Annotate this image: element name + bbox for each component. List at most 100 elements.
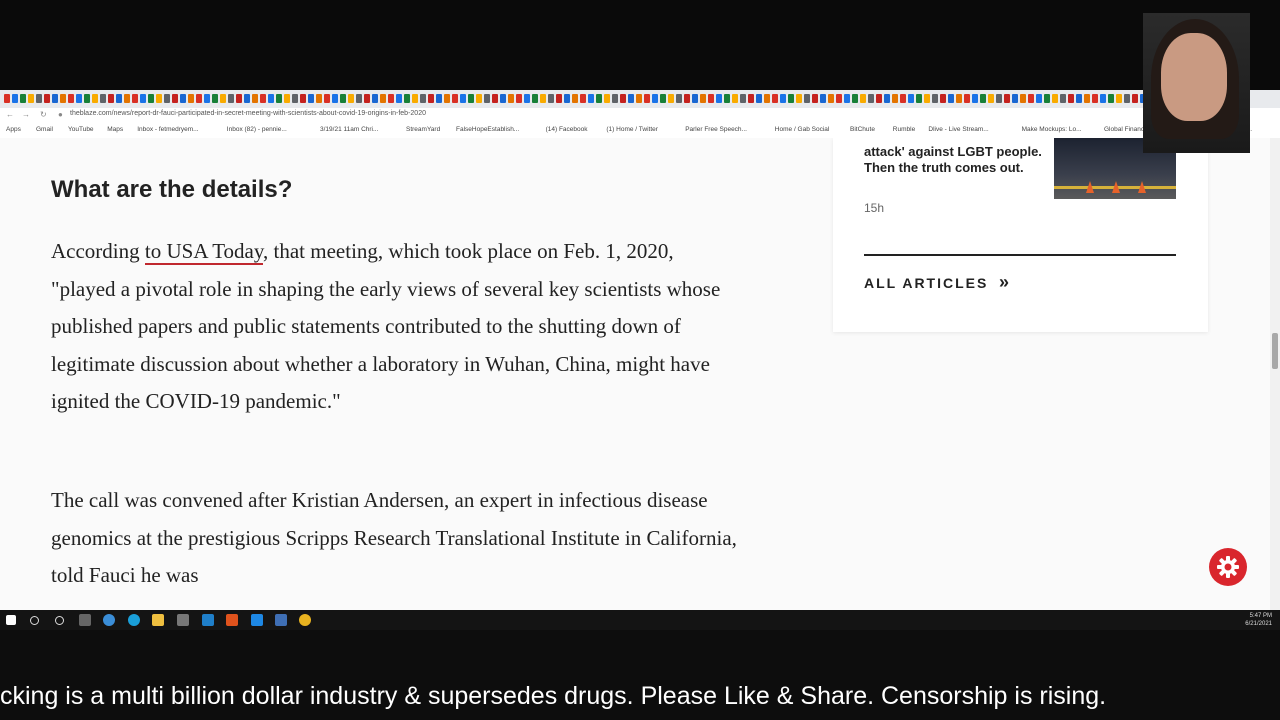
- tab-favicon[interactable]: [684, 94, 690, 103]
- tab-favicon[interactable]: [844, 94, 850, 103]
- tab-favicon[interactable]: [868, 94, 874, 103]
- tab-favicon[interactable]: [116, 94, 122, 103]
- store-icon[interactable]: [177, 614, 189, 626]
- bookmark-item[interactable]: Make Mockups: Lo...: [1022, 126, 1082, 133]
- tab-favicon[interactable]: [140, 94, 146, 103]
- tab-favicon[interactable]: [196, 94, 202, 103]
- tab-favicon[interactable]: [588, 94, 594, 103]
- tab-favicon[interactable]: [796, 94, 802, 103]
- tab-favicon[interactable]: [452, 94, 458, 103]
- tab-favicon[interactable]: [76, 94, 82, 103]
- forward-icon[interactable]: →: [22, 110, 30, 119]
- tab-favicon[interactable]: [164, 94, 170, 103]
- tab-favicon[interactable]: [604, 94, 610, 103]
- bookmark-item[interactable]: Inbox - fetmedryem...: [137, 126, 198, 133]
- tab-favicon[interactable]: [60, 94, 66, 103]
- tab-favicon[interactable]: [380, 94, 386, 103]
- tab-favicon[interactable]: [996, 94, 1002, 103]
- tab-favicon[interactable]: [732, 94, 738, 103]
- tab-favicon[interactable]: [756, 94, 762, 103]
- bookmark-item[interactable]: Rumble: [893, 126, 915, 133]
- tab-favicon[interactable]: [876, 94, 882, 103]
- tab-favicon[interactable]: [660, 94, 666, 103]
- tab-favicon[interactable]: [1068, 94, 1074, 103]
- tab-favicon[interactable]: [52, 94, 58, 103]
- bookmark-item[interactable]: 3/19/21 11am Chri...: [320, 126, 378, 133]
- bookmark-item[interactable]: Dlive - Live Stream...: [928, 126, 988, 133]
- tab-favicon[interactable]: [644, 94, 650, 103]
- tab-favicon[interactable]: [956, 94, 962, 103]
- app-icon[interactable]: [275, 614, 287, 626]
- tab-favicon[interactable]: [1076, 94, 1082, 103]
- tab-favicon[interactable]: [284, 94, 290, 103]
- tab-favicon[interactable]: [484, 94, 490, 103]
- tab-favicon[interactable]: [1108, 94, 1114, 103]
- tab-favicon[interactable]: [188, 94, 194, 103]
- tab-favicon[interactable]: [500, 94, 506, 103]
- tab-favicon[interactable]: [764, 94, 770, 103]
- bookmark-item[interactable]: StreamYard: [406, 126, 440, 133]
- scrollbar-thumb[interactable]: [1272, 333, 1278, 369]
- tab-favicon[interactable]: [348, 94, 354, 103]
- bookmark-item[interactable]: Home / Gab Social: [775, 126, 830, 133]
- bookmark-item[interactable]: FalseHopeEstablish...: [456, 126, 519, 133]
- tab-favicon[interactable]: [820, 94, 826, 103]
- tab-favicon[interactable]: [724, 94, 730, 103]
- chrome-icon[interactable]: [299, 614, 311, 626]
- tab-favicon[interactable]: [388, 94, 394, 103]
- tab-favicon[interactable]: [812, 94, 818, 103]
- tab-favicon[interactable]: [292, 94, 298, 103]
- tab-favicon[interactable]: [612, 94, 618, 103]
- tab-favicon[interactable]: [44, 94, 50, 103]
- tab-favicon[interactable]: [404, 94, 410, 103]
- tab-favicon[interactable]: [220, 94, 226, 103]
- tab-favicon[interactable]: [356, 94, 362, 103]
- tab-favicon[interactable]: [556, 94, 562, 103]
- tab-favicon[interactable]: [708, 94, 714, 103]
- tab-favicon[interactable]: [540, 94, 546, 103]
- tab-favicon[interactable]: [1060, 94, 1066, 103]
- tab-favicon[interactable]: [12, 94, 18, 103]
- app-icon[interactable]: [251, 614, 263, 626]
- tab-favicon[interactable]: [1020, 94, 1026, 103]
- tab-favicon[interactable]: [740, 94, 746, 103]
- tab-favicon[interactable]: [340, 94, 346, 103]
- office-icon[interactable]: [226, 614, 238, 626]
- tab-favicon[interactable]: [396, 94, 402, 103]
- tab-favicon[interactable]: [1084, 94, 1090, 103]
- tab-favicon[interactable]: [892, 94, 898, 103]
- tab-favicon[interactable]: [364, 94, 370, 103]
- windows-start-icon[interactable]: [6, 615, 16, 625]
- tab-favicon[interactable]: [308, 94, 314, 103]
- tab-favicon[interactable]: [180, 94, 186, 103]
- tab-favicon[interactable]: [908, 94, 914, 103]
- tab-favicon[interactable]: [1116, 94, 1122, 103]
- tab-favicon[interactable]: [444, 94, 450, 103]
- tab-favicon[interactable]: [924, 94, 930, 103]
- tab-favicon[interactable]: [28, 94, 34, 103]
- url-bar[interactable]: theblaze.com/news/report-dr-fauci-partic…: [70, 110, 426, 117]
- tab-favicon[interactable]: [508, 94, 514, 103]
- tab-favicon[interactable]: [468, 94, 474, 103]
- tab-favicon[interactable]: [828, 94, 834, 103]
- tab-favicon[interactable]: [1004, 94, 1010, 103]
- tab-favicon[interactable]: [36, 94, 42, 103]
- tab-favicon[interactable]: [964, 94, 970, 103]
- all-articles-link[interactable]: ALL ARTICLES: [864, 275, 988, 291]
- tab-favicon[interactable]: [948, 94, 954, 103]
- tab-favicon[interactable]: [236, 94, 242, 103]
- tab-favicon[interactable]: [412, 94, 418, 103]
- cortana-icon[interactable]: [55, 616, 64, 625]
- tab-favicon[interactable]: [324, 94, 330, 103]
- tab-favicon[interactable]: [276, 94, 282, 103]
- tab-favicon[interactable]: [476, 94, 482, 103]
- tab-favicon[interactable]: [916, 94, 922, 103]
- tab-favicon[interactable]: [148, 94, 154, 103]
- tab-favicon[interactable]: [524, 94, 530, 103]
- tab-favicon[interactable]: [900, 94, 906, 103]
- tab-favicon[interactable]: [620, 94, 626, 103]
- tab-favicon[interactable]: [1092, 94, 1098, 103]
- bookmark-item[interactable]: Maps: [107, 126, 123, 133]
- tab-favicon[interactable]: [548, 94, 554, 103]
- back-icon[interactable]: ←: [6, 110, 14, 119]
